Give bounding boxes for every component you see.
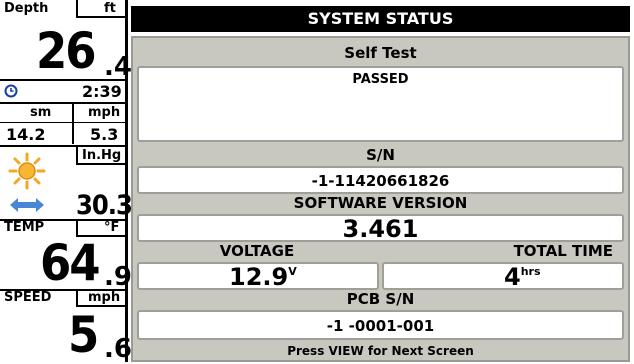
depth-unit-box <box>76 0 128 18</box>
temp-unit: °F <box>104 220 120 235</box>
speed-label: SPEED <box>4 290 52 305</box>
depth-label: Depth <box>4 1 49 16</box>
total-time-value-group: 4hrs <box>504 263 541 291</box>
software-version-label: SOFTWARE VERSION <box>293 194 468 212</box>
speed-decimal: .6 <box>104 334 132 364</box>
distance-unit: sm <box>30 105 52 120</box>
temp-label: TEMP <box>4 220 45 235</box>
voltage-unit: V <box>288 265 297 278</box>
sun-icon <box>8 152 46 190</box>
self-test-box: PASSED <box>137 66 624 142</box>
depth-unit: ft <box>104 1 116 16</box>
self-test-label: Self Test <box>344 44 417 62</box>
temp-decimal: .9 <box>104 262 132 292</box>
divider <box>0 102 128 104</box>
voltage-label: VOLTAGE <box>219 242 295 260</box>
total-time-box: 4hrs <box>382 262 624 291</box>
software-version-value: 3.461 <box>342 215 419 243</box>
clock-icon <box>4 83 18 98</box>
distance-value: 14.2 <box>6 125 46 144</box>
voltage-value-group: 12.9V <box>229 263 297 291</box>
speed-value: 5 <box>68 306 99 364</box>
temp-value: 64 <box>40 234 101 292</box>
pcb-sn-box: -1 -0001-001 <box>137 310 624 340</box>
software-version-box: 3.461 <box>137 214 624 243</box>
pcb-sn-value: -1 -0001-001 <box>326 317 435 335</box>
depth-decimal: .4 <box>104 52 132 82</box>
divider <box>72 104 74 144</box>
system-status-panel: Self Test PASSED S/N -1-11420661826 SOFT… <box>131 36 630 362</box>
time-value: 2:39 <box>82 82 122 101</box>
divider <box>0 79 128 81</box>
total-time-unit: hrs <box>520 265 541 278</box>
screen-title: SYSTEM STATUS <box>131 6 630 32</box>
sn-box: -1-11420661826 <box>137 166 624 194</box>
voltage-value: 12.9 <box>229 263 289 291</box>
divider <box>0 122 128 123</box>
pressure-unit: In.Hg <box>82 148 122 163</box>
total-time-label: TOTAL TIME <box>513 242 613 260</box>
sn-label: S/N <box>366 146 395 164</box>
footer-hint: Press VIEW for Next Screen <box>287 344 474 358</box>
pcb-sn-label: PCB S/N <box>346 290 415 308</box>
double-arrow-icon <box>10 197 44 212</box>
speed-small-unit: mph <box>88 105 121 120</box>
voltage-box: 12.9V <box>137 262 379 291</box>
speed-small-value: 5.3 <box>90 125 119 144</box>
total-time-value: 4 <box>504 263 521 291</box>
depth-value: 26 <box>36 22 97 80</box>
speed-unit: mph <box>88 290 121 305</box>
sidebar: Depth ft 26 .4 2:39 sm mph 14.2 5.3 In.H… <box>0 0 133 364</box>
sn-value: -1-11420661826 <box>311 172 450 190</box>
self-test-value: PASSED <box>352 72 409 87</box>
pressure-value: 30.3 <box>76 190 133 221</box>
